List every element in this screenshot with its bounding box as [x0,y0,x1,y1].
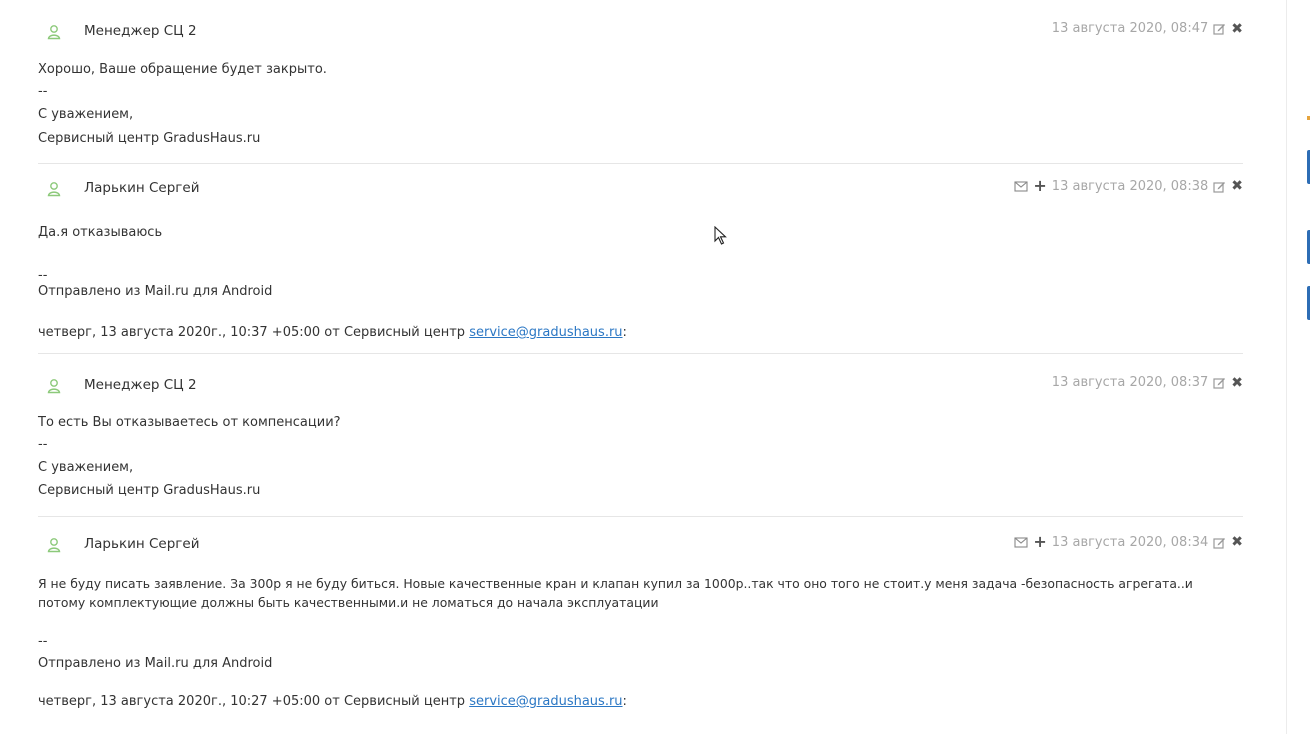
message-header: Менеджер СЦ 2 13 августа 2020, 08:47 ✖ [38,21,1243,43]
message-meta: 13 августа 2020, 08:47 ✖ [1052,21,1243,36]
message-body-line: С уважением, [38,460,134,475]
email-link[interactable]: service@gradushaus.ru [469,694,622,709]
message-body-line: С уважением, [38,107,134,122]
message-body-line: -- [38,268,48,283]
message-header: Менеджер СЦ 2 13 августа 2020, 08:37 ✖ [38,375,1243,397]
message-body-line: Сервисный центр GradusHaus.ru [38,131,261,146]
message-timestamp: 13 августа 2020, 08:47 [1051,21,1209,36]
message-body-line: Отправлено из Mail.ru для Android [38,656,273,671]
delete-icon[interactable]: ✖ [1231,376,1243,390]
edit-icon[interactable] [1213,376,1226,389]
message-item: Менеджер СЦ 2 13 августа 2020, 08:37 ✖ Т… [38,353,1243,517]
message-body-line: Сервисный центр GradusHaus.ru [38,483,261,498]
edit-icon[interactable] [1213,180,1226,193]
message-meta: + 13 августа 2020, 08:38 ✖ [1014,178,1243,194]
plus-icon[interactable]: + [1033,534,1046,550]
message-meta: + 13 августа 2020, 08:34 ✖ [1014,534,1243,550]
message-author: Ларькин Сергей [84,180,200,196]
user-icon [47,378,61,394]
envelope-icon[interactable] [1014,180,1028,192]
user-icon [47,181,61,197]
edit-icon[interactable] [1213,22,1226,35]
message-body-line: Я не буду писать заявление. За 300р я не… [38,576,1193,610]
message-timestamp: 13 августа 2020, 08:38 [1051,178,1209,194]
message-body-line: Хорошо, Ваше обращение будет закрыто. [38,62,327,77]
edit-icon[interactable] [1213,536,1226,549]
user-icon [47,24,61,40]
quote-suffix: : [622,694,627,709]
message-meta: 13 августа 2020, 08:37 ✖ [1052,375,1243,390]
message-author: Ларькин Сергей [84,536,200,552]
delete-icon[interactable]: ✖ [1231,22,1243,36]
delete-icon[interactable]: ✖ [1231,179,1243,193]
message-header: Ларькин Сергей + 13 августа 2020, 08:34 … [38,534,1243,556]
mouse-cursor-icon [714,225,728,246]
plus-icon[interactable]: + [1033,178,1046,194]
message-body-line: -- [38,84,48,99]
message-author: Менеджер СЦ 2 [84,23,197,39]
quote-prefix: четверг, 13 августа 2020г., 10:37 +05:00… [38,325,470,340]
message-body-line: -- [38,437,48,452]
message-quote-header: четверг, 13 августа 2020г., 10:27 +05:00… [38,694,627,709]
message-timestamp: 13 августа 2020, 08:37 [1051,375,1209,390]
message-body-line: То есть Вы отказываетесь от компенсации? [38,415,341,430]
message-item: Менеджер СЦ 2 13 августа 2020, 08:47 ✖ Х… [38,0,1243,163]
message-body-line: -- [38,634,48,649]
user-icon [47,537,61,553]
delete-icon[interactable]: ✖ [1231,535,1243,549]
email-link[interactable]: service@gradushaus.ru [469,325,622,340]
envelope-icon[interactable] [1014,536,1028,548]
right-sidebar-edge [1286,0,1310,734]
quote-suffix: : [622,325,627,340]
message-header: Ларькин Сергей + 13 августа 2020, 08:38 … [38,178,1243,200]
message-body-line: Да.я отказываюсь [38,225,163,240]
message-item: Ларькин Сергей + 13 августа 2020, 08:34 … [38,516,1243,727]
message-author: Менеджер СЦ 2 [84,377,197,393]
message-timestamp: 13 августа 2020, 08:34 [1051,534,1209,550]
message-body-line: Отправлено из Mail.ru для Android [38,284,273,299]
message-item: Ларькин Сергей + 13 августа 2020, 08:38 … [38,163,1243,354]
message-quote-header: четверг, 13 августа 2020г., 10:37 +05:00… [38,325,627,340]
quote-prefix: четверг, 13 августа 2020г., 10:27 +05:00… [38,694,470,709]
